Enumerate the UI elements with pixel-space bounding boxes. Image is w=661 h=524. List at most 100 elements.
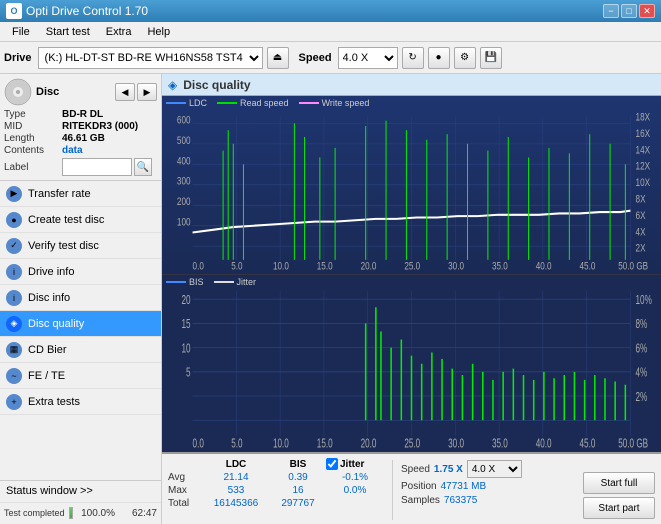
burn-button[interactable]: ● [428, 47, 450, 69]
nav-create-test-disc[interactable]: ● Create test disc [0, 207, 161, 233]
disc-label-button[interactable]: 🔍 [134, 158, 152, 176]
nav-disc-info[interactable]: i Disc info [0, 285, 161, 311]
avg-label: Avg [168, 472, 198, 483]
chart2-legend: BIS Jitter [166, 277, 256, 287]
stats-header-row: LDC BIS Jitter [168, 458, 384, 470]
disc-contents-value[interactable]: data [62, 145, 83, 156]
menu-help[interactable]: Help [139, 24, 178, 40]
menu-file[interactable]: File [4, 24, 38, 40]
disc-info-icon: i [6, 290, 22, 306]
svg-text:40.0: 40.0 [536, 260, 552, 272]
svg-text:25.0: 25.0 [404, 436, 420, 450]
save-button[interactable]: 💾 [480, 47, 502, 69]
speed-select[interactable]: 4.0 X [338, 47, 398, 69]
close-button[interactable]: ✕ [639, 4, 655, 18]
svg-text:15.0: 15.0 [317, 436, 333, 450]
start-full-button[interactable]: Start full [583, 472, 655, 494]
speed-row: Speed 1.75 X 4.0 X [401, 460, 522, 478]
disc-length-field: Length 46.61 GB [4, 133, 157, 144]
verify-test-icon: ✓ [6, 238, 22, 254]
drive-label: Drive [4, 52, 32, 64]
fe-te-icon: ~ [6, 368, 22, 384]
nav-disc-quality[interactable]: ◈ Disc quality [0, 311, 161, 337]
titlebar: O Opti Drive Control 1.70 − □ ✕ [0, 0, 661, 22]
disc-next-button[interactable]: ▶ [137, 83, 157, 101]
menu-extra[interactable]: Extra [98, 24, 140, 40]
menu-start-test[interactable]: Start test [38, 24, 98, 40]
avg-row: Avg 21.14 0.39 -0.1% [168, 472, 384, 483]
chart1-legend: LDC Read speed Write speed [166, 98, 369, 108]
menubar: File Start test Extra Help [0, 22, 661, 42]
svg-text:100: 100 [177, 217, 191, 229]
disc-prev-button[interactable]: ◀ [115, 83, 135, 101]
maximize-button[interactable]: □ [621, 4, 637, 18]
svg-text:600: 600 [177, 114, 191, 126]
eject-button[interactable]: ⏏ [267, 47, 289, 69]
stats-divider [392, 460, 393, 520]
svg-text:0.0: 0.0 [193, 436, 204, 450]
charts-area: LDC Read speed Write speed [162, 96, 661, 452]
total-bis: 297767 [274, 498, 322, 509]
disc-type-value: BD-R DL [62, 109, 103, 120]
nav-cd-bier[interactable]: ▦ CD Bier [0, 337, 161, 363]
avg-jitter: -0.1% [326, 472, 384, 483]
disc-label-row: Label 🔍 [4, 158, 157, 176]
progress-bar [69, 507, 73, 519]
speed-label: Speed [299, 52, 332, 64]
svg-text:18X: 18X [636, 112, 651, 124]
samples-value: 763375 [444, 495, 477, 506]
legend-read-speed: Read speed [217, 98, 289, 108]
legend-ldc: LDC [166, 98, 207, 108]
nav-fe-te[interactable]: ~ FE / TE [0, 363, 161, 389]
svg-text:40.0: 40.0 [536, 436, 552, 450]
svg-text:8X: 8X [636, 193, 646, 205]
minimize-button[interactable]: − [603, 4, 619, 18]
max-jitter: 0.0% [326, 485, 384, 496]
disc-mid-field: MID RITEKDR3 (000) [4, 121, 157, 132]
avg-bis: 0.39 [274, 472, 322, 483]
total-label: Total [168, 498, 198, 509]
refresh-button[interactable]: ↻ [402, 47, 424, 69]
nav-drive-info[interactable]: i Drive info [0, 259, 161, 285]
settings-button[interactable]: ⚙ [454, 47, 476, 69]
jitter-header: Jitter [326, 458, 364, 470]
nav-transfer-rate[interactable]: ▶ Transfer rate [0, 181, 161, 207]
legend-write-color [299, 102, 319, 104]
nav-verify-test-disc[interactable]: ✓ Verify test disc [0, 233, 161, 259]
start-part-button[interactable]: Start part [583, 497, 655, 519]
svg-text:10.0: 10.0 [273, 260, 289, 272]
legend-write-speed: Write speed [299, 98, 370, 108]
disc-panel: Disc ◀ ▶ Type BD-R DL MID RITEKDR3 (000)… [0, 74, 161, 181]
create-test-icon: ● [6, 212, 22, 228]
disc-label-input[interactable] [62, 158, 132, 176]
svg-text:20.0: 20.0 [361, 436, 377, 450]
status-bar: Status window >> Test completed 100.0% 6… [0, 480, 161, 524]
chart-title: Disc quality [183, 78, 250, 92]
svg-text:5: 5 [186, 365, 191, 379]
nav-extra-tests[interactable]: + Extra tests [0, 389, 161, 415]
svg-text:25.0: 25.0 [404, 260, 420, 272]
app-title: Opti Drive Control 1.70 [26, 4, 603, 18]
status-window-button[interactable]: Status window >> [0, 481, 161, 503]
bis-chart: BIS Jitter [162, 275, 661, 453]
disc-type-field: Type BD-R DL [4, 109, 157, 120]
legend-bis: BIS [166, 277, 204, 287]
max-bis: 16 [274, 485, 322, 496]
elapsed-time: 62:47 [119, 508, 157, 519]
legend-jitter-color [214, 281, 234, 283]
status-window-label: Status window >> [6, 485, 93, 497]
jitter-checkbox[interactable] [326, 458, 338, 470]
svg-text:35.0: 35.0 [492, 436, 508, 450]
speed-dropdown[interactable]: 4.0 X [467, 460, 522, 478]
legend-ldc-color [166, 102, 186, 104]
progress-percent: 100.0% [77, 508, 115, 519]
jitter-label: Jitter [340, 459, 364, 470]
svg-text:10X: 10X [636, 177, 651, 189]
status-completed-label: Test completed [4, 508, 65, 518]
disc-title: Disc [36, 86, 59, 98]
disc-mid-value: RITEKDR3 (000) [62, 121, 138, 132]
app-icon: O [6, 3, 22, 19]
drive-select[interactable]: (K:) HL-DT-ST BD-RE WH16NS58 TST4 [38, 47, 263, 69]
legend-read-color [217, 102, 237, 104]
stats-columns: LDC BIS Jitter Avg 21.14 0.39 -0.1% [168, 458, 384, 509]
